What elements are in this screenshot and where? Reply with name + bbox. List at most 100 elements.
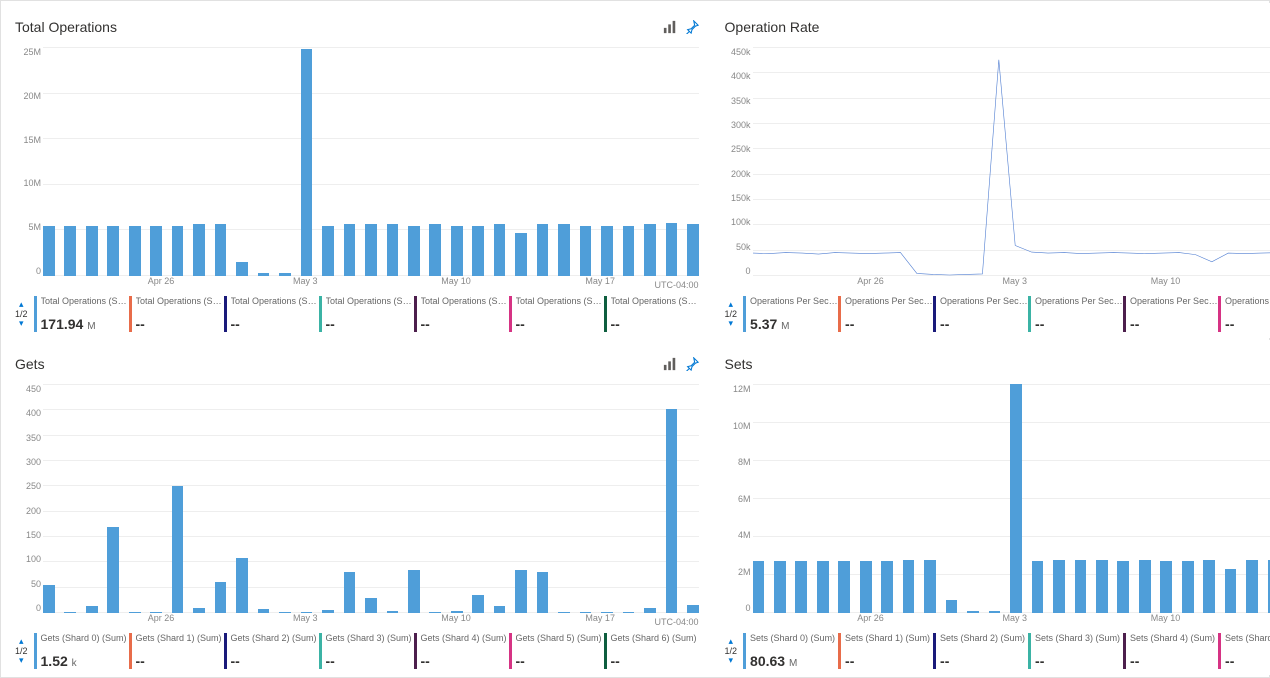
- legend-pager[interactable]: ▴1/2▾: [15, 296, 28, 332]
- bar[interactable]: [1182, 561, 1194, 613]
- legend-item[interactable]: Sets (Shard 1) (Sum)--: [838, 633, 933, 669]
- bar[interactable]: [344, 572, 356, 613]
- bar[interactable]: [753, 561, 765, 613]
- legend-item[interactable]: Operations Per Secon…5.37 M: [743, 296, 838, 332]
- bar[interactable]: [666, 223, 678, 276]
- bar[interactable]: [515, 570, 527, 613]
- bar[interactable]: [494, 224, 506, 276]
- legend-item[interactable]: Total Operations (Sh…--: [224, 296, 319, 332]
- chevron-up-icon[interactable]: ▴: [729, 637, 734, 646]
- bar[interactable]: [472, 226, 484, 276]
- legend-item[interactable]: Gets (Shard 6) (Sum)--: [604, 633, 699, 669]
- legend-pager[interactable]: ▴1/2▾: [725, 633, 738, 669]
- metrics-icon[interactable]: [663, 357, 677, 371]
- legend-item[interactable]: Gets (Shard 1) (Sum)--: [129, 633, 224, 669]
- bar[interactable]: [515, 233, 527, 276]
- bar[interactable]: [301, 49, 313, 276]
- bar[interactable]: [537, 224, 549, 276]
- bar[interactable]: [172, 486, 184, 613]
- legend-item[interactable]: Operations Per Secon…--: [1218, 296, 1270, 332]
- legend-item[interactable]: Operations Per Secon…--: [933, 296, 1028, 332]
- chevron-down-icon[interactable]: ▾: [19, 656, 24, 665]
- legend-item[interactable]: Total Operations (Sh…--: [604, 296, 699, 332]
- bar[interactable]: [365, 224, 377, 276]
- chevron-up-icon[interactable]: ▴: [19, 300, 24, 309]
- line-series[interactable]: [753, 60, 1270, 275]
- legend-item[interactable]: Operations Per Secon…--: [1123, 296, 1218, 332]
- bar[interactable]: [860, 561, 872, 613]
- bar[interactable]: [193, 224, 205, 276]
- bar[interactable]: [924, 560, 936, 613]
- legend-pager[interactable]: ▴1/2▾: [15, 633, 28, 669]
- legend-item[interactable]: Gets (Shard 5) (Sum)--: [509, 633, 604, 669]
- bar[interactable]: [494, 606, 506, 613]
- bar[interactable]: [1225, 569, 1237, 613]
- bar[interactable]: [817, 561, 829, 613]
- bar[interactable]: [1053, 560, 1065, 613]
- bar[interactable]: [451, 226, 463, 276]
- legend-item[interactable]: Sets (Shard 3) (Sum)--: [1028, 633, 1123, 669]
- legend-item[interactable]: Total Operations (Sh…--: [319, 296, 414, 332]
- bar[interactable]: [344, 224, 356, 276]
- bar[interactable]: [236, 558, 248, 613]
- chevron-down-icon[interactable]: ▾: [729, 656, 734, 665]
- chevron-up-icon[interactable]: ▴: [19, 637, 24, 646]
- bar[interactable]: [64, 226, 76, 276]
- bar[interactable]: [903, 560, 915, 613]
- bar[interactable]: [365, 598, 377, 613]
- bar[interactable]: [172, 226, 184, 276]
- bar[interactable]: [1075, 560, 1087, 613]
- bar[interactable]: [666, 409, 678, 613]
- legend-item[interactable]: Sets (Shard 5) (Sum)--: [1218, 633, 1270, 669]
- legend-item[interactable]: Gets (Shard 4) (Sum)--: [414, 633, 509, 669]
- bar[interactable]: [408, 226, 420, 276]
- chevron-up-icon[interactable]: ▴: [729, 300, 734, 309]
- bar[interactable]: [601, 226, 613, 276]
- bar[interactable]: [429, 224, 441, 276]
- legend-item[interactable]: Gets (Shard 0) (Sum)1.52 k: [34, 633, 129, 669]
- bar[interactable]: [107, 527, 119, 614]
- legend-item[interactable]: Sets (Shard 0) (Sum)80.63 M: [743, 633, 838, 669]
- metrics-icon[interactable]: [663, 20, 677, 34]
- bar[interactable]: [236, 262, 248, 276]
- legend-item[interactable]: Operations Per Secon…--: [1028, 296, 1123, 332]
- bar[interactable]: [1160, 561, 1172, 613]
- bar[interactable]: [387, 224, 399, 276]
- legend-item[interactable]: Sets (Shard 2) (Sum)--: [933, 633, 1028, 669]
- bar[interactable]: [795, 561, 807, 613]
- bar[interactable]: [86, 606, 98, 613]
- bar[interactable]: [644, 224, 656, 276]
- bar[interactable]: [881, 561, 893, 613]
- bar[interactable]: [1246, 560, 1258, 613]
- bar[interactable]: [472, 595, 484, 613]
- bar[interactable]: [580, 226, 592, 276]
- bar[interactable]: [946, 600, 958, 613]
- bar[interactable]: [150, 226, 162, 276]
- bar[interactable]: [129, 226, 141, 276]
- legend-item[interactable]: Total Operations (Sh…--: [509, 296, 604, 332]
- bar[interactable]: [1096, 560, 1108, 613]
- bar[interactable]: [215, 582, 227, 613]
- legend-item[interactable]: Sets (Shard 4) (Sum)--: [1123, 633, 1218, 669]
- bar[interactable]: [1032, 561, 1044, 613]
- legend-item[interactable]: Operations Per Secon…--: [838, 296, 933, 332]
- bar[interactable]: [774, 561, 786, 613]
- bar[interactable]: [558, 224, 570, 276]
- legend-pager[interactable]: ▴1/2▾: [725, 296, 738, 332]
- bar[interactable]: [215, 224, 227, 276]
- bar[interactable]: [838, 561, 850, 613]
- bar[interactable]: [322, 226, 334, 276]
- bar[interactable]: [43, 226, 55, 276]
- legend-item[interactable]: Total Operations (Sh…--: [129, 296, 224, 332]
- bar[interactable]: [408, 570, 420, 613]
- legend-item[interactable]: Gets (Shard 2) (Sum)--: [224, 633, 319, 669]
- pin-icon[interactable]: [685, 20, 699, 34]
- bar[interactable]: [43, 585, 55, 613]
- pin-icon[interactable]: [685, 357, 699, 371]
- bar[interactable]: [1203, 560, 1215, 613]
- bar[interactable]: [623, 226, 635, 276]
- legend-item[interactable]: Gets (Shard 3) (Sum)--: [319, 633, 414, 669]
- legend-item[interactable]: Total Operations (Sh…171.94 M: [34, 296, 129, 332]
- bar[interactable]: [1010, 384, 1022, 613]
- chevron-down-icon[interactable]: ▾: [729, 319, 734, 328]
